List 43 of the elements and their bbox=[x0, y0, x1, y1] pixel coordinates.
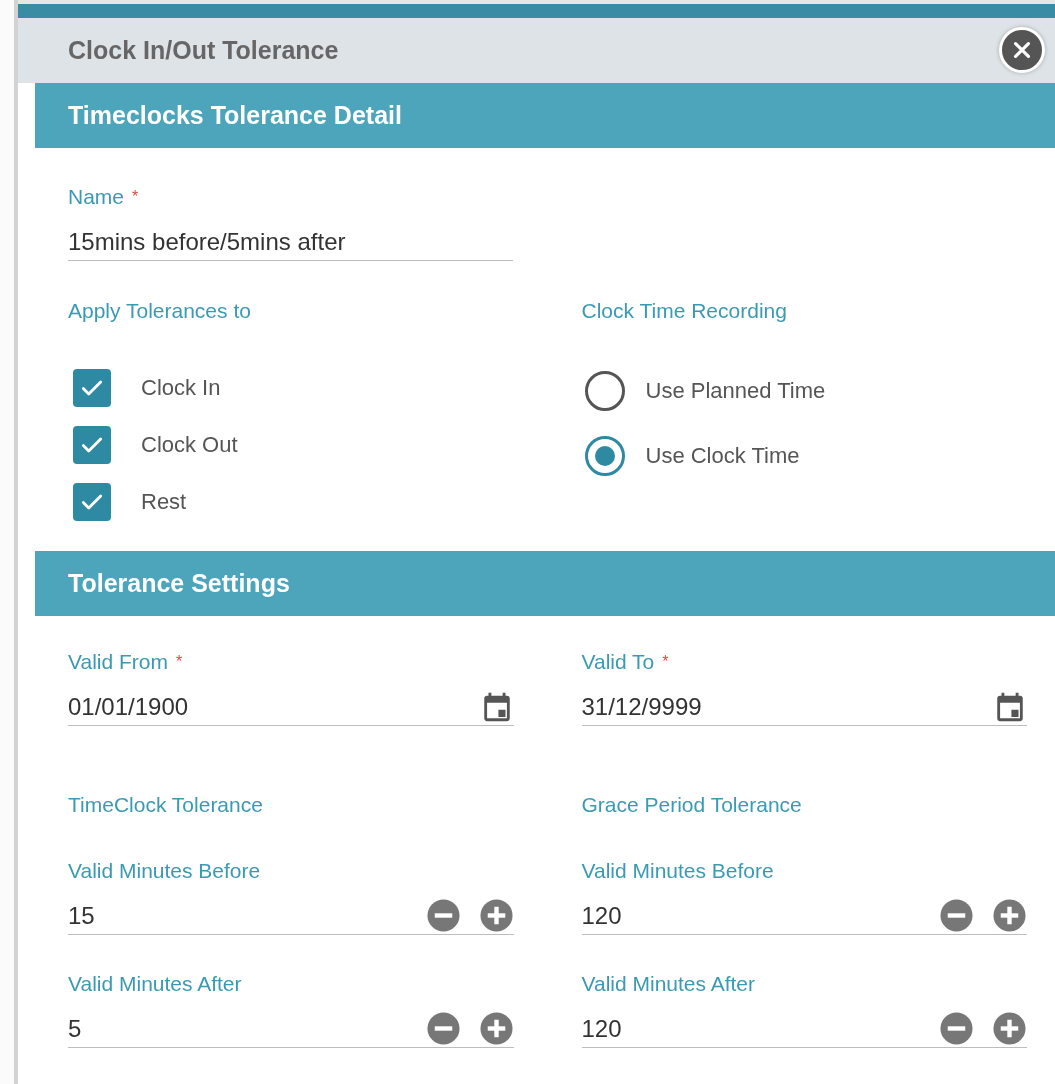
group-label: Clock Time Recording bbox=[581, 298, 788, 324]
group-label: TimeClock Tolerance bbox=[68, 792, 264, 818]
number-field[interactable]: 120 bbox=[581, 1010, 1027, 1048]
number-field[interactable]: 15 bbox=[68, 897, 514, 935]
minus-icon[interactable] bbox=[425, 1011, 461, 1046]
text-field[interactable]: 15mins before/5mins after bbox=[68, 223, 513, 261]
field-label: Valid Minutes After bbox=[68, 971, 242, 997]
dialog-title: Clock In/Out Tolerance bbox=[68, 35, 339, 65]
radio-label: Use Planned Time bbox=[645, 377, 826, 404]
required-mark: * bbox=[662, 652, 669, 672]
group-label: Apply Tolerances to bbox=[68, 298, 252, 324]
plus-icon[interactable] bbox=[992, 898, 1027, 933]
group-label: Grace Period Tolerance bbox=[581, 792, 803, 818]
checkbox[interactable] bbox=[73, 368, 111, 407]
minus-icon[interactable] bbox=[939, 898, 974, 933]
checkbox-label: Clock Out bbox=[141, 431, 238, 458]
field-label: Valid From bbox=[68, 649, 168, 675]
date-field[interactable]: 01/01/1900 bbox=[68, 688, 514, 726]
radio-button[interactable] bbox=[584, 370, 625, 411]
checkbox[interactable] bbox=[73, 482, 111, 521]
minus-icon[interactable] bbox=[425, 898, 461, 933]
plus-icon[interactable] bbox=[478, 1011, 514, 1046]
field-label: Name bbox=[68, 184, 125, 210]
date-field[interactable]: 31/12/9999 bbox=[581, 688, 1027, 726]
number-field[interactable]: 120 bbox=[581, 897, 1027, 935]
radio-button[interactable] bbox=[584, 435, 625, 476]
field-label: Valid To bbox=[581, 649, 655, 675]
section-title: Tolerance Settings bbox=[68, 569, 290, 598]
checkbox[interactable] bbox=[73, 425, 111, 464]
checkbox-label: Clock In bbox=[141, 374, 221, 401]
section-title: Timeclocks Tolerance Detail bbox=[68, 101, 402, 130]
close-button[interactable] bbox=[999, 27, 1045, 74]
field-label: Valid Minutes Before bbox=[68, 858, 261, 884]
checkbox-label: Rest bbox=[141, 488, 187, 515]
number-field[interactable]: 5 bbox=[68, 1010, 514, 1048]
radio-label: Use Clock Time bbox=[645, 442, 800, 469]
required-mark: * bbox=[175, 652, 183, 672]
plus-icon[interactable] bbox=[478, 898, 514, 933]
field-label: Valid Minutes After bbox=[581, 971, 756, 997]
plus-icon[interactable] bbox=[992, 1011, 1027, 1046]
minus-icon[interactable] bbox=[939, 1011, 974, 1046]
field-label: Valid Minutes Before bbox=[581, 858, 774, 884]
required-mark: * bbox=[132, 187, 139, 207]
